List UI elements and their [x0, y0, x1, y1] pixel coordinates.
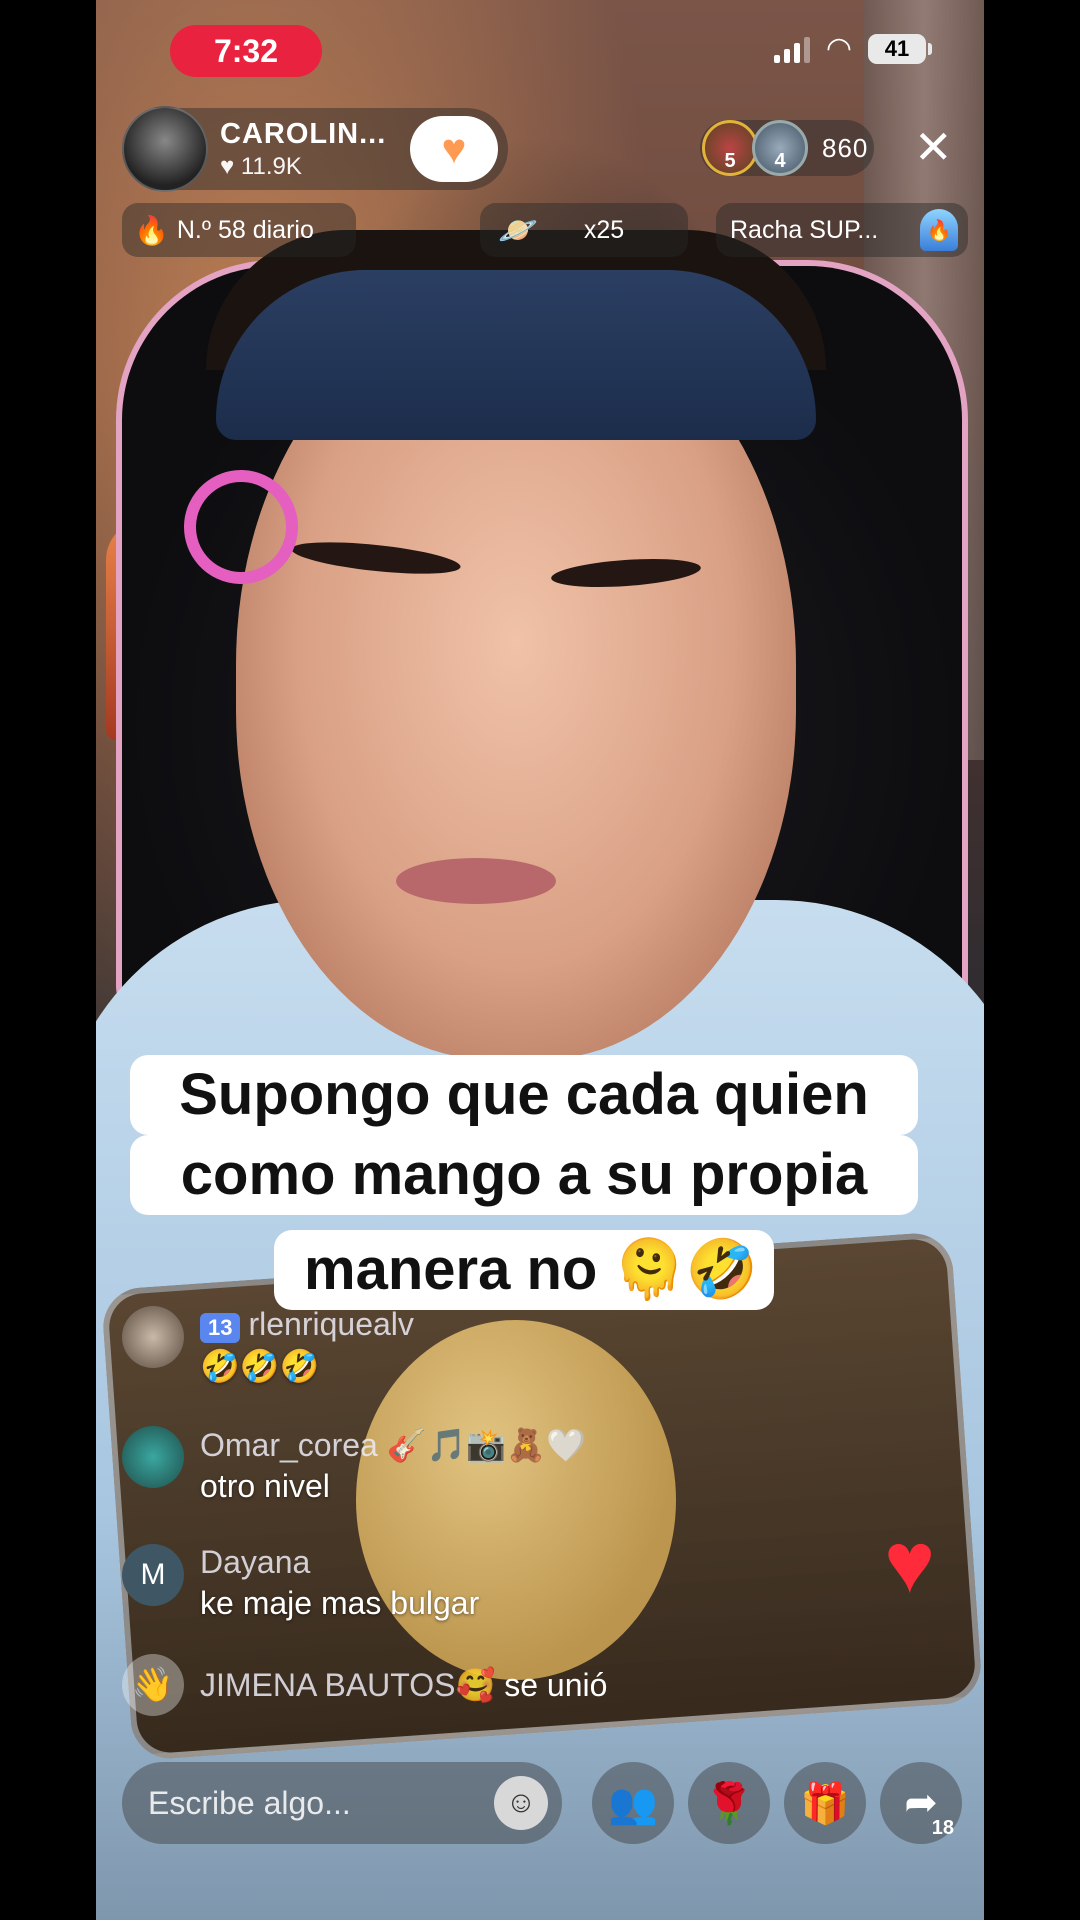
- caption-line: Supongo que cada quien: [130, 1055, 918, 1135]
- battery-icon: 41: [868, 34, 932, 64]
- status-icons: ◠ 41: [773, 32, 932, 65]
- streak-label: Racha SUP...: [730, 215, 879, 244]
- caption-line: manera no 🫠🤣: [274, 1230, 774, 1310]
- caption-line: como mango a su propia: [130, 1135, 918, 1215]
- viewer-rank: 5: [724, 150, 736, 172]
- comment-text: otro nivel: [200, 1468, 330, 1504]
- flame-icon: 🔥: [134, 214, 169, 246]
- viewer-rank: 4: [774, 150, 786, 172]
- commenter-avatar[interactable]: [122, 1306, 184, 1368]
- wifi-icon: ◠: [825, 32, 852, 65]
- viewer-count: 860: [822, 132, 869, 163]
- commenter-avatar[interactable]: M: [122, 1544, 184, 1606]
- streamer-headband: [216, 270, 816, 440]
- comment-username[interactable]: Dayana: [200, 1544, 479, 1581]
- host-name: CAROLIN...: [220, 117, 387, 150]
- chat-comment[interactable]: M Dayana ke maje mas bulgar: [122, 1544, 479, 1622]
- follow-badge-count: 8: [467, 153, 479, 175]
- join-notice: 👋 JIMENA BAUTOS🥰 se unió: [122, 1654, 607, 1716]
- emoji-icon[interactable]: ☺: [494, 1776, 548, 1830]
- comment-input-placeholder[interactable]: Escribe algo...: [148, 1785, 351, 1822]
- heart-icon: ♥ 8: [441, 125, 479, 175]
- live-stream-view: 7:32 ◠ 41 CAROLIN... ♥ 11.9K ♥ 8 5 4 860 …: [96, 0, 984, 1920]
- streak-flame-icon: 🔥: [920, 209, 958, 251]
- chat-comment[interactable]: 13 rlenriquealv 🤣🤣🤣: [122, 1306, 414, 1385]
- chat-comment[interactable]: Omar_corea 🎸🎵📸🧸🤍 otro nivel: [122, 1426, 586, 1505]
- share-button[interactable]: ➦ 18: [880, 1762, 962, 1844]
- people-icon[interactable]: 👥: [592, 1762, 674, 1844]
- share-count: 18: [931, 1817, 954, 1839]
- joined-username[interactable]: JIMENA BAUTOS🥰: [200, 1667, 495, 1703]
- comment-username[interactable]: Omar_corea 🎸🎵📸🧸🤍: [200, 1426, 586, 1464]
- viewer-list[interactable]: 5 4 860: [700, 120, 874, 176]
- rose-icon[interactable]: 🌹: [688, 1762, 770, 1844]
- host-info[interactable]: CAROLIN... ♥ 11.9K ♥ 8: [122, 106, 508, 192]
- status-time: 7:32: [170, 25, 322, 77]
- comment-text: ke maje mas bulgar: [200, 1585, 480, 1621]
- top-viewer-avatar[interactable]: 5: [702, 120, 758, 176]
- daily-rank-pill[interactable]: 🔥 N.º 58 diario: [122, 203, 356, 257]
- wave-icon: 👋: [122, 1654, 184, 1716]
- multiplier-pill[interactable]: 🪐 x25: [480, 203, 688, 257]
- avatar-letter: M: [140, 1558, 166, 1591]
- comment-username[interactable]: rlenriquealv: [248, 1306, 413, 1342]
- multiplier-label: x25: [583, 215, 625, 244]
- comment-text: 🤣🤣🤣: [200, 1348, 320, 1384]
- heart-icon: ♥: [884, 1515, 936, 1611]
- commenter-avatar[interactable]: [122, 1426, 184, 1488]
- host-avatar[interactable]: [122, 106, 208, 192]
- level-badge: 13: [200, 1313, 241, 1343]
- signal-icon: [773, 35, 810, 63]
- close-icon[interactable]: ✕: [914, 124, 953, 170]
- top-viewer-avatar[interactable]: 4: [752, 120, 808, 176]
- host-likes-count: 11.9K: [240, 152, 302, 180]
- join-text: se unió: [495, 1667, 608, 1703]
- gift-icon[interactable]: 🎁: [784, 1762, 866, 1844]
- streamer-lips: [396, 858, 556, 904]
- daily-rank-label: N.º 58 diario: [176, 215, 314, 244]
- follow-button[interactable]: ♥ 8: [410, 116, 498, 182]
- heart-icon: ♥: [220, 152, 241, 180]
- comment-input[interactable]: Escribe algo... ☺: [122, 1762, 562, 1844]
- host-likes: ♥ 11.9K: [220, 153, 386, 181]
- planet-icon: 🪐: [498, 212, 538, 248]
- streak-pill[interactable]: Racha SUP... 🔥: [716, 203, 968, 257]
